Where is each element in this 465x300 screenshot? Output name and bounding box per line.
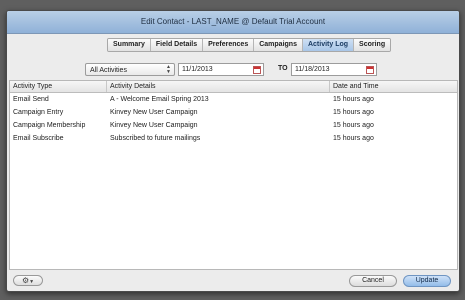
tab-preferences[interactable]: Preferences [203, 39, 255, 51]
table-header: Activity Type Activity Details Date and … [10, 81, 457, 93]
activity-type-select[interactable]: All Activities ▲ ▼ [85, 63, 175, 76]
cell-activity-type: Email Send [13, 96, 49, 103]
dialog-title: Edit Contact - LAST_NAME @ Default Trial… [7, 11, 459, 34]
activity-table: Activity Type Activity Details Date and … [9, 80, 458, 270]
chevron-down-icon: ▼ [29, 279, 35, 285]
cell-date-time: 15 hours ago [333, 135, 374, 142]
tab-summary[interactable]: Summary [108, 39, 151, 51]
cell-date-time: 15 hours ago [333, 109, 374, 116]
cell-activity-details: Kinvey New User Campaign [110, 122, 198, 129]
column-header-activity-details[interactable]: Activity Details [107, 81, 330, 92]
cell-date-time: 15 hours ago [333, 122, 374, 129]
column-header-date-time[interactable]: Date and Time [330, 81, 457, 92]
table-row[interactable]: Email Send A - Welcome Email Spring 2013… [10, 93, 457, 106]
cell-activity-type: Campaign Entry [13, 109, 64, 116]
table-row[interactable]: Campaign Membership Kinvey New User Camp… [10, 119, 457, 132]
update-button[interactable]: Update [403, 275, 451, 287]
column-header-activity-type[interactable]: Activity Type [10, 81, 107, 92]
to-date-field[interactable]: 11/18/2013 [291, 63, 377, 76]
to-label: TO [278, 65, 288, 72]
dialog-footer: ⚙▼ Cancel Update [7, 269, 459, 291]
tab-activity-log[interactable]: Activity Log [302, 39, 355, 51]
tab-field-details[interactable]: Field Details [150, 39, 204, 51]
edit-contact-dialog: Edit Contact - LAST_NAME @ Default Trial… [6, 10, 460, 292]
table-row[interactable]: Email Subscribe Subscribed to future mai… [10, 132, 457, 145]
from-date-value: 11/1/2013 [182, 66, 213, 73]
cancel-button[interactable]: Cancel [349, 275, 397, 287]
calendar-icon[interactable] [253, 66, 261, 74]
cell-activity-details: Kinvey New User Campaign [110, 109, 198, 116]
select-arrows-icon: ▲ ▼ [166, 64, 171, 75]
calendar-icon[interactable] [366, 66, 374, 74]
cell-activity-type: Campaign Membership [13, 122, 86, 129]
activity-type-select-value: All Activities [90, 67, 127, 74]
gear-menu-button[interactable]: ⚙▼ [13, 275, 43, 286]
cell-activity-details: Subscribed to future mailings [110, 135, 201, 142]
tab-scoring[interactable]: Scoring [354, 39, 391, 51]
from-date-field[interactable]: 11/1/2013 [178, 63, 264, 76]
cell-activity-details: A - Welcome Email Spring 2013 [110, 96, 209, 103]
cell-date-time: 15 hours ago [333, 96, 374, 103]
filter-row: All Activities ▲ ▼ 11/1/2013 TO 11/18/201… [7, 63, 459, 77]
cell-activity-type: Email Subscribe [13, 135, 64, 142]
to-date-value: 11/18/2013 [295, 66, 330, 73]
tab-campaigns[interactable]: Campaigns [254, 39, 303, 51]
table-row[interactable]: Campaign Entry Kinvey New User Campaign … [10, 106, 457, 119]
tab-bar: Summary Field Details Preferences Campai… [107, 38, 392, 52]
